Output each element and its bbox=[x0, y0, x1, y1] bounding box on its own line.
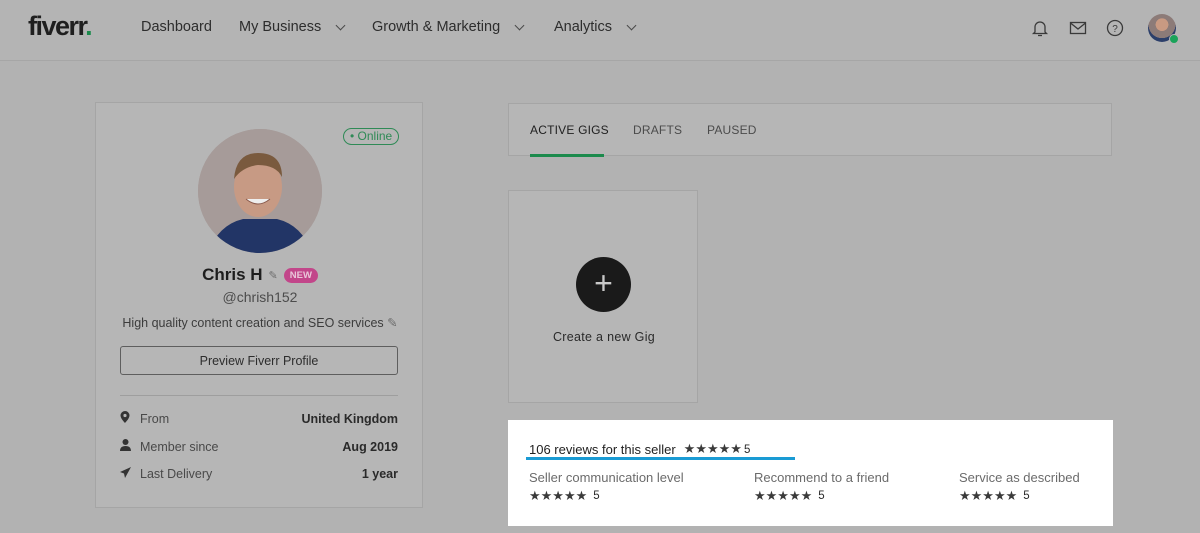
nav-my-business[interactable]: My Business bbox=[239, 19, 346, 35]
info-label: Member since bbox=[140, 439, 219, 454]
username: @chrish152 bbox=[222, 289, 298, 305]
edit-pencil-icon[interactable]: ✎ bbox=[269, 269, 278, 282]
tagline: High quality content creation and SEO se… bbox=[96, 315, 424, 330]
info-row-member-since: Member since Aug 2019 bbox=[120, 439, 398, 454]
help-icon[interactable]: ? bbox=[1105, 18, 1125, 38]
chevron-down-icon bbox=[335, 20, 346, 30]
profile-card: • Online Chris H ✎ NEW @chrish152 High q… bbox=[95, 102, 423, 508]
star-rating-icon: ★★★★★ bbox=[683, 441, 742, 456]
criterion-rating: 5 bbox=[593, 490, 600, 502]
edit-pencil-icon[interactable]: ✎ bbox=[387, 316, 397, 330]
tab-active-gigs[interactable]: ACTIVE GIGS bbox=[530, 123, 609, 137]
profile-photo bbox=[198, 129, 322, 253]
info-label: From bbox=[140, 411, 170, 426]
chevron-down-icon bbox=[514, 20, 525, 30]
nav-analytics[interactable]: Analytics bbox=[554, 19, 637, 35]
active-tab-indicator bbox=[530, 154, 604, 157]
criterion-recommend: Recommend to a friend ★★★★★ 5 bbox=[754, 470, 889, 504]
logo-text: fiverr bbox=[28, 11, 87, 41]
nav-dashboard[interactable]: Dashboard bbox=[141, 19, 212, 35]
nav-label: My Business bbox=[239, 19, 322, 35]
fiverr-logo[interactable]: fiverr. bbox=[28, 11, 93, 42]
online-badge: • Online bbox=[343, 128, 400, 145]
criterion-communication: Seller communication level ★★★★★ 5 bbox=[529, 470, 684, 504]
create-gig-label: Create a new Gig bbox=[552, 330, 656, 344]
nav-label: Growth & Marketing bbox=[372, 19, 501, 35]
info-value: Aug 2019 bbox=[342, 439, 398, 454]
profile-avatar[interactable] bbox=[198, 129, 322, 253]
criterion-rating: 5 bbox=[1023, 490, 1030, 502]
preview-profile-button[interactable]: Preview Fiverr Profile bbox=[120, 346, 398, 375]
criterion-label: Seller communication level bbox=[529, 470, 684, 485]
top-navigation-bar: fiverr. Dashboard My Business Growth & M… bbox=[0, 0, 1200, 61]
create-gig-card[interactable]: + Create a new Gig bbox=[508, 190, 698, 403]
criterion-label: Service as described bbox=[959, 470, 1080, 485]
online-status-dot bbox=[1169, 34, 1179, 44]
mail-icon[interactable] bbox=[1068, 18, 1088, 38]
info-value: United Kingdom bbox=[301, 411, 398, 426]
send-icon bbox=[120, 467, 140, 481]
user-icon bbox=[120, 439, 140, 454]
reviews-summary: 106 reviews for this seller ★★★★★ 5 Selle… bbox=[508, 420, 1113, 526]
reviews-underline bbox=[526, 457, 795, 460]
svg-text:?: ? bbox=[1112, 24, 1118, 35]
star-rating-icon: ★★★★★ bbox=[529, 488, 588, 503]
criterion-rating: 5 bbox=[818, 490, 825, 502]
info-row-from: From United Kingdom bbox=[120, 411, 398, 426]
criterion-service: Service as described ★★★★★ 5 bbox=[959, 470, 1080, 504]
divider bbox=[120, 395, 398, 396]
name-row: Chris H ✎ NEW bbox=[96, 265, 424, 285]
gig-tabs: ACTIVE GIGS DRAFTS PAUSED bbox=[508, 103, 1112, 157]
nav-label: Dashboard bbox=[141, 19, 212, 35]
overall-rating: 5 bbox=[743, 444, 751, 456]
star-rating-icon: ★★★★★ bbox=[754, 488, 813, 503]
info-value: 1 year bbox=[361, 467, 398, 481]
reviews-count-link[interactable]: 106 reviews for this seller bbox=[529, 442, 676, 457]
chevron-down-icon bbox=[626, 20, 637, 30]
user-avatar[interactable] bbox=[1148, 14, 1179, 44]
info-row-last-delivery: Last Delivery 1 year bbox=[120, 467, 398, 481]
criterion-label: Recommend to a friend bbox=[754, 470, 890, 485]
nav-growth-marketing[interactable]: Growth & Marketing bbox=[372, 19, 525, 35]
reviews-title-row: 106 reviews for this seller ★★★★★ 5 bbox=[529, 441, 750, 457]
tab-drafts[interactable]: DRAFTS bbox=[633, 123, 682, 137]
star-rating-icon: ★★★★★ bbox=[959, 488, 1018, 503]
nav-label: Analytics bbox=[554, 19, 613, 35]
plus-icon[interactable]: + bbox=[576, 257, 631, 312]
new-badge: NEW bbox=[283, 267, 318, 283]
tab-paused[interactable]: PAUSED bbox=[707, 123, 757, 137]
logo-dot: . bbox=[85, 11, 93, 41]
location-icon bbox=[120, 411, 140, 426]
bell-icon[interactable] bbox=[1030, 18, 1050, 38]
seller-name: Chris H bbox=[202, 265, 263, 284]
info-label: Last Delivery bbox=[140, 467, 213, 481]
tagline-text: High quality content creation and SEO se… bbox=[122, 316, 384, 330]
